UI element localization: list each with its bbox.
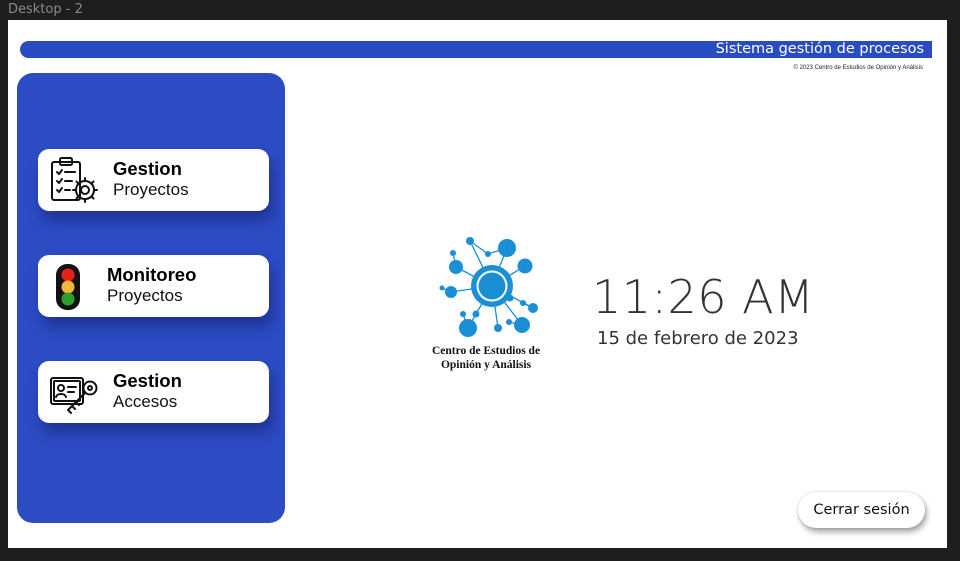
header-bar: Sistema gestión de procesos [20,41,932,58]
menu-card-text: Gestion Proyectos [113,158,189,200]
menu-card-subtitle: Proyectos [113,180,189,199]
menu-card-text: Gestion Accesos [113,370,182,412]
copyright-notice: © 2023 Centro de Estudios de Opinión y A… [793,65,924,71]
logo-caption: Centro de Estudios de Opinión y Análisis [410,344,562,372]
menu-card-gestion-accesos[interactable]: Gestion Accesos [38,361,269,423]
menu-card-text: Monitoreo Proyectos [107,264,196,306]
menu-card-subtitle: Proyectos [107,286,183,305]
id-card-key-icon [48,367,100,419]
logo-caption-line2: Opinión y Análisis [440,359,532,371]
menu-card-subtitle: Accesos [113,392,178,411]
menu-card-gestion-proyectos[interactable]: Gestion Proyectos [38,149,269,211]
menu-card-monitoreo-proyectos[interactable]: Monitoreo Proyectos [38,255,269,317]
sidebar: Gestion Proyectos Monitoreo Proyectos Ge… [17,73,285,523]
clipboard-gear-icon [48,155,100,207]
menu-card-title: Gestion [113,158,182,179]
clock-time: 11:26 AM [592,270,815,324]
network-nodes-logo [439,237,538,337]
menu-card-title: Monitoreo [107,264,197,285]
clock-date: 15 de febrero de 2023 [597,328,799,349]
app-canvas: Sistema gestión de procesos © 2023 Centr… [8,20,947,548]
logout-button[interactable]: Cerrar sesión [798,492,925,528]
menu-card-title: Gestion [113,370,182,391]
logo-caption-line1: Centro de Estudios de [431,345,541,357]
app-title: Sistema gestión de procesos [715,41,924,57]
frame-label: Desktop - 2 [8,2,83,17]
traffic-light-icon [42,261,94,313]
